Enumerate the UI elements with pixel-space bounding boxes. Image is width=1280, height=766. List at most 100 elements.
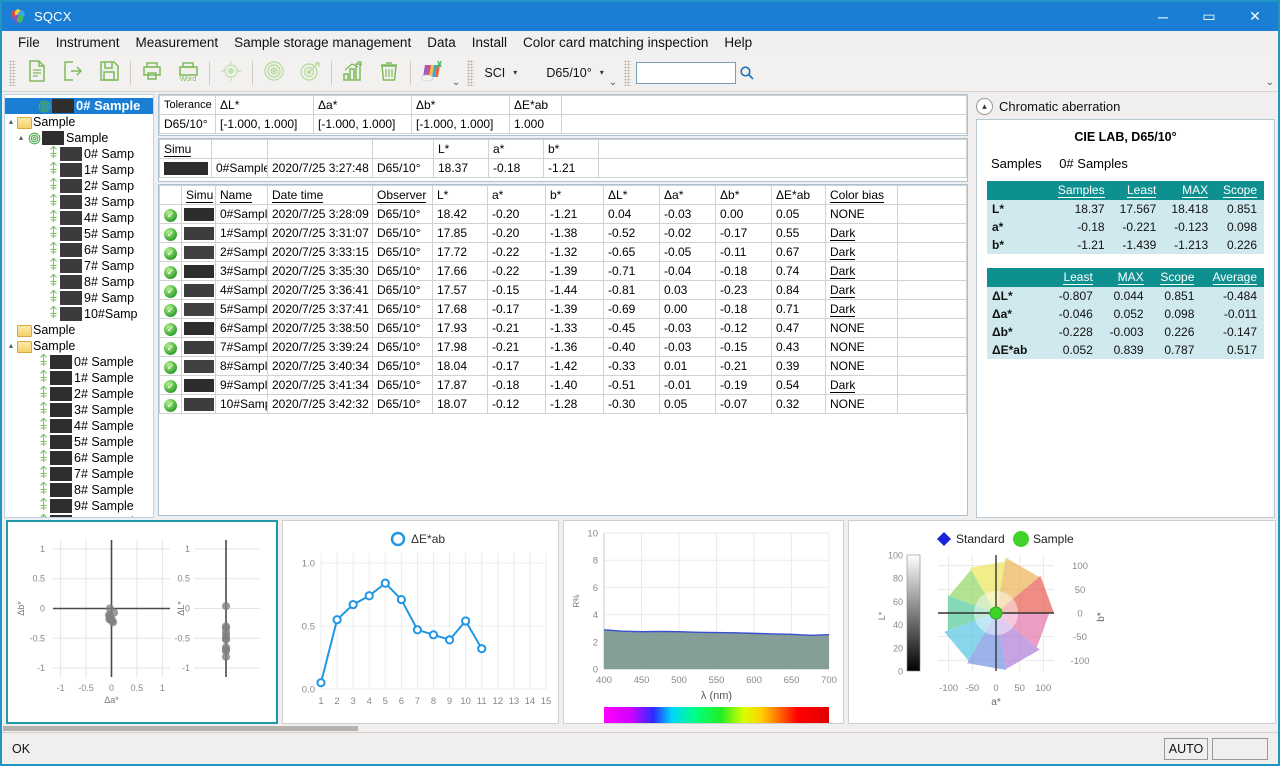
samples-grid[interactable]: SimuNameDate timeObserverL*a*b*ΔL*Δa*Δb*… bbox=[159, 185, 967, 414]
tree-item[interactable]: 4# Samp bbox=[5, 210, 153, 226]
samples-col-b[interactable]: Δb* bbox=[716, 186, 772, 205]
tree-item[interactable]: 7# Samp bbox=[5, 258, 153, 274]
measurement-mode-select[interactable]: SCI ▾ bbox=[477, 62, 539, 84]
table-row[interactable]: ✓4#Sample2020/7/25 3:36:41D65/10°17.57-0… bbox=[160, 281, 967, 300]
samples-col-Name[interactable]: Name bbox=[216, 186, 268, 205]
search-input[interactable] bbox=[636, 62, 736, 84]
toolbar-grip[interactable] bbox=[624, 60, 631, 86]
print-button[interactable] bbox=[134, 56, 170, 90]
samples-col-a[interactable]: Δa* bbox=[660, 186, 716, 205]
tree-item[interactable]: 1# Sample bbox=[5, 370, 153, 386]
tree-item[interactable]: 2# Sample bbox=[5, 386, 153, 402]
auto-indicator[interactable]: AUTO bbox=[1164, 738, 1208, 760]
twisty-icon[interactable]: ▴ bbox=[15, 130, 27, 146]
illuminant-select[interactable]: D65/10° ▾ bbox=[539, 62, 606, 84]
save-button[interactable] bbox=[91, 56, 127, 90]
reflectance-chart[interactable]: 4004505005506006507000246810λ (nm)R% bbox=[563, 520, 844, 724]
tree-item[interactable]: 0# Sample bbox=[5, 354, 153, 370]
export-button[interactable] bbox=[55, 56, 91, 90]
table-row[interactable]: D65/10°[-1.000, 1.000][-1.000, 1.000][-1… bbox=[160, 115, 967, 134]
table-row[interactable]: ✓2#Sample2020/7/25 3:33:15D65/10°17.72-0… bbox=[160, 243, 967, 262]
samples-col-Observer[interactable]: Observer bbox=[373, 186, 433, 205]
standard-measure-button[interactable] bbox=[256, 56, 292, 90]
menu-item-install[interactable]: Install bbox=[464, 33, 515, 52]
lab-colorspace-chart[interactable]: 020406080100L*-100-50050100-100-50050100… bbox=[848, 520, 1276, 724]
menu-item-data[interactable]: Data bbox=[419, 33, 464, 52]
delete-button[interactable] bbox=[371, 56, 407, 90]
menu-item-help[interactable]: Help bbox=[716, 33, 760, 52]
twisty-icon[interactable]: ▴ bbox=[5, 114, 17, 130]
close-button[interactable]: ✕ bbox=[1232, 2, 1278, 31]
tolerance-grid[interactable]: ToleranceΔL*Δa*Δb*ΔE*ab D65/10°[-1.000, … bbox=[159, 95, 967, 134]
table-row[interactable]: ✓1#Sample2020/7/25 3:31:07D65/10°17.85-0… bbox=[160, 224, 967, 243]
tree-item[interactable]: 6# Sample bbox=[5, 450, 153, 466]
toolbar-overflow-icon[interactable]: ⌄ bbox=[450, 77, 464, 91]
col-simu[interactable]: Simu bbox=[160, 140, 212, 159]
table-row[interactable]: ✓0#Sample2020/7/25 3:28:09D65/10°18.42-0… bbox=[160, 205, 967, 224]
menu-item-sample-storage-management[interactable]: Sample storage management bbox=[226, 33, 419, 52]
delta-e-trend-chart[interactable]: 1234567891011121314150.00.51.0ΔE*ab bbox=[282, 520, 559, 724]
tree-item[interactable]: ▴Sample bbox=[5, 338, 153, 354]
menu-item-file[interactable]: File bbox=[10, 33, 48, 52]
samples-col-Colorbias[interactable]: Color bias bbox=[826, 186, 898, 205]
tree-item[interactable]: 0# Samp bbox=[5, 146, 153, 162]
minimize-button[interactable]: ─ bbox=[1140, 2, 1186, 31]
tree-item[interactable]: 10# Sample bbox=[5, 514, 153, 518]
tree-item[interactable]: 6# Samp bbox=[5, 242, 153, 258]
tree-item[interactable]: 4# Sample bbox=[5, 418, 153, 434]
table-row[interactable]: ✓3#Sample2020/7/25 3:35:30D65/10°17.66-0… bbox=[160, 262, 967, 281]
table-row[interactable]: ✓6#Sample2020/7/25 3:38:50D65/10°17.93-0… bbox=[160, 319, 967, 338]
target-measure-button[interactable] bbox=[213, 56, 249, 90]
toolbar-overflow-icon[interactable]: ⌄ bbox=[1264, 77, 1278, 91]
table-row[interactable]: ✓5#Sample2020/7/25 3:37:41D65/10°17.68-0… bbox=[160, 300, 967, 319]
tree-item[interactable]: 7# Sample bbox=[5, 466, 153, 482]
table-row[interactable]: ✓9#Sample2020/7/25 3:41:34D65/10°17.87-0… bbox=[160, 376, 967, 395]
search-icon[interactable] bbox=[736, 62, 758, 84]
tree-item[interactable]: 0# Sample bbox=[5, 98, 153, 114]
tree-item[interactable]: 9# Sample bbox=[5, 498, 153, 514]
menu-item-instrument[interactable]: Instrument bbox=[48, 33, 128, 52]
samples-col-Datetime[interactable]: Date time bbox=[268, 186, 373, 205]
collapse-icon[interactable]: ▴ bbox=[976, 98, 993, 115]
tree-item[interactable]: 2# Samp bbox=[5, 178, 153, 194]
color-palette-button[interactable] bbox=[414, 56, 450, 90]
samples-col-Simu[interactable]: Simu bbox=[182, 186, 216, 205]
delta-ab-scatter-chart[interactable]: -1-0.500.51-1-0.500.51Δa*Δb*-1-0.500.51Δ… bbox=[6, 520, 278, 724]
horizontal-scrollbar[interactable] bbox=[2, 726, 1278, 732]
standard-grid[interactable]: Simu L* a* b* 0#Sample 2020/7/25 3:27:48 bbox=[159, 139, 967, 178]
new-document-button[interactable] bbox=[19, 56, 55, 90]
tree-item[interactable]: 1# Samp bbox=[5, 162, 153, 178]
table-row[interactable]: ✓7#Sample2020/7/25 3:39:24D65/10°17.98-0… bbox=[160, 338, 967, 357]
toolbar-overflow-icon[interactable]: ⌄ bbox=[607, 77, 621, 91]
samples-col-Eab[interactable]: ΔE*ab bbox=[772, 186, 826, 205]
table-row[interactable]: ✓8#Sample2020/7/25 3:40:34D65/10°18.04-0… bbox=[160, 357, 967, 376]
table-row[interactable]: ✓10#Sampl2020/7/25 3:42:32D65/10°18.07-0… bbox=[160, 395, 967, 414]
tree-item[interactable]: 8# Sample bbox=[5, 482, 153, 498]
samples-col-blank[interactable] bbox=[160, 186, 182, 205]
print-word-button[interactable]: Word bbox=[170, 56, 206, 90]
twisty-icon[interactable]: ▴ bbox=[5, 338, 17, 354]
tree-item[interactable]: Sample bbox=[5, 322, 153, 338]
sample-measure-button[interactable] bbox=[292, 56, 328, 90]
tree-item[interactable]: 10#Samp bbox=[5, 306, 153, 322]
tree-item[interactable]: 5# Samp bbox=[5, 226, 153, 242]
menu-item-measurement[interactable]: Measurement bbox=[128, 33, 227, 52]
menu-item-color-card-matching-inspection[interactable]: Color card matching inspection bbox=[515, 33, 716, 52]
tree-item[interactable]: 3# Samp bbox=[5, 194, 153, 210]
toolbar-grip[interactable] bbox=[9, 60, 16, 86]
samples-col-L[interactable]: ΔL* bbox=[604, 186, 660, 205]
maximize-button[interactable]: ▭ bbox=[1186, 2, 1232, 31]
tree-item[interactable]: 5# Sample bbox=[5, 434, 153, 450]
tree-item[interactable]: 9# Samp bbox=[5, 290, 153, 306]
sample-tree-pane[interactable]: 0# Sample▴Sample▴Sample0# Samp1# Samp2# … bbox=[4, 94, 154, 518]
samples-col-blank[interactable] bbox=[898, 186, 967, 205]
tree-item[interactable]: ▴Sample bbox=[5, 114, 153, 130]
chart-button[interactable] bbox=[335, 56, 371, 90]
samples-col-b[interactable]: b* bbox=[546, 186, 604, 205]
toolbar-grip[interactable] bbox=[467, 60, 474, 86]
tree-item[interactable]: 8# Samp bbox=[5, 274, 153, 290]
samples-col-a[interactable]: a* bbox=[488, 186, 546, 205]
samples-col-L[interactable]: L* bbox=[433, 186, 488, 205]
table-row[interactable]: 0#Sample 2020/7/25 3:27:48 D65/10° 18.37… bbox=[160, 159, 967, 178]
tree-item[interactable]: 3# Sample bbox=[5, 402, 153, 418]
